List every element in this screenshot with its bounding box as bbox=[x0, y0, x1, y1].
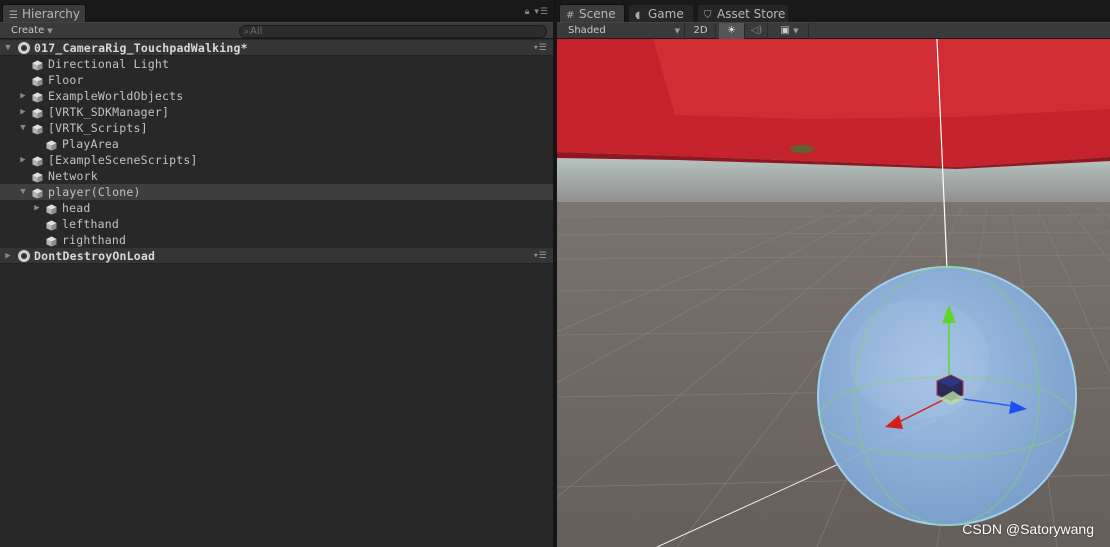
speaker-icon: ◁) bbox=[750, 25, 763, 36]
chevron-down-icon: ▼ bbox=[674, 27, 680, 35]
hierarchy-item-label: righthand bbox=[62, 233, 127, 247]
sun-icon: ☀ bbox=[727, 25, 736, 36]
search-input[interactable]: ⌕All bbox=[239, 25, 547, 38]
image-icon: ▣ bbox=[780, 25, 790, 36]
shading-mode-dropdown[interactable]: Shaded ▼ bbox=[557, 23, 685, 39]
gameobject-cube-icon bbox=[32, 171, 43, 183]
expand-arrow-down-icon[interactable]: ▼ bbox=[3, 40, 13, 56]
lighting-toggle-button[interactable]: ☀ bbox=[719, 23, 745, 39]
effects-dropdown[interactable]: ▣ ▼ bbox=[771, 23, 809, 39]
search-icon: ⌕ bbox=[244, 27, 250, 37]
hierarchy-item-label: Directional Light bbox=[48, 57, 170, 71]
gameobject-cube-icon bbox=[46, 235, 57, 247]
hierarchy-item[interactable]: Network bbox=[0, 168, 553, 184]
hierarchy-item[interactable]: righthand bbox=[0, 232, 553, 248]
hierarchy-item-label: player(Clone) bbox=[48, 185, 141, 199]
hierarchy-tabstrip: ☰ Hierarchy 🔒︎ ▾☰ bbox=[0, 0, 553, 22]
hierarchy-item-label: head bbox=[62, 201, 91, 215]
expand-arrow-right-icon[interactable]: ▶ bbox=[18, 152, 28, 168]
tab-hierarchy-label: Hierarchy bbox=[22, 7, 81, 21]
scene-row[interactable]: ▶ DontDestroyOnLoad ▾☰ bbox=[0, 248, 553, 264]
gameobject-cube-icon bbox=[32, 187, 43, 199]
gameobject-cube-icon bbox=[32, 123, 43, 135]
scene-menu-icon[interactable]: ▾☰ bbox=[533, 248, 547, 264]
hierarchy-item[interactable]: Directional Light bbox=[0, 56, 553, 72]
hierarchy-item[interactable]: ▼ player(Clone) bbox=[0, 184, 553, 200]
scene-viewport[interactable]: CSDN @Satorywang bbox=[557, 39, 1110, 547]
gameobject-cube-icon bbox=[32, 155, 43, 167]
red-object-top bbox=[653, 39, 1110, 119]
create-label: Create bbox=[11, 25, 45, 36]
tab-game-label: Game bbox=[648, 7, 684, 21]
hierarchy-panel: ☰ Hierarchy 🔒︎ ▾☰ Create ▼ ⌕All ▼ 017_Camer… bbox=[0, 0, 553, 547]
expand-arrow-right-icon[interactable]: ▶ bbox=[18, 88, 28, 104]
hierarchy-toolbar: Create ▼ ⌕All bbox=[0, 22, 553, 39]
scene-panel: # Scene ◖ Game ⛉ Asset Store Shaded ▼ 2D ☀ ◁… bbox=[557, 0, 1110, 547]
scene-label: 017_CameraRig_TouchpadWalking* bbox=[34, 41, 248, 55]
gameobject-cube-icon bbox=[32, 75, 43, 87]
hierarchy-item-label: ExampleWorldObjects bbox=[48, 89, 184, 103]
expand-arrow-down-icon[interactable]: ▼ bbox=[18, 184, 28, 200]
toggle-2d-label: 2D bbox=[693, 25, 708, 36]
expand-arrow-down-icon[interactable]: ▼ bbox=[18, 120, 28, 136]
tab-game[interactable]: ◖ Game bbox=[628, 4, 694, 22]
watermark: CSDN @Satorywang bbox=[962, 521, 1094, 537]
expand-arrow-right-icon[interactable]: ▶ bbox=[18, 104, 28, 120]
hierarchy-item-label: Floor bbox=[48, 73, 84, 87]
gameobject-cube-icon bbox=[46, 219, 57, 231]
hierarchy-item[interactable]: ▶ ExampleWorldObjects bbox=[0, 88, 553, 104]
tab-asset-store-label: Asset Store bbox=[717, 7, 786, 21]
audio-toggle-button[interactable]: ◁) bbox=[746, 23, 768, 39]
panel-controls[interactable]: 🔒︎ ▾☰ bbox=[525, 7, 549, 19]
hierarchy-item-label: [VRTK_Scripts] bbox=[48, 121, 148, 135]
chevron-down-icon: ▼ bbox=[47, 27, 53, 35]
tab-scene-label: Scene bbox=[579, 7, 616, 21]
hierarchy-item[interactable]: ▶ head bbox=[0, 200, 553, 216]
hierarchy-item[interactable]: PlayArea bbox=[0, 136, 553, 152]
create-button[interactable]: Create ▼ bbox=[5, 24, 59, 38]
gameobject-cube-icon bbox=[46, 139, 57, 151]
scene-row[interactable]: ▼ 017_CameraRig_TouchpadWalking* ▾☰ bbox=[0, 40, 553, 56]
hierarchy-item[interactable]: ▼ [VRTK_Scripts] bbox=[0, 120, 553, 136]
hierarchy-item-label: lefthand bbox=[62, 217, 119, 231]
shading-mode-label: Shaded bbox=[568, 25, 606, 36]
gameobject-cube-icon bbox=[32, 59, 43, 71]
hierarchy-item-label: [ExampleSceneScripts] bbox=[48, 153, 198, 167]
hierarchy-item-label: Network bbox=[48, 169, 98, 183]
hierarchy-item[interactable]: lefthand bbox=[0, 216, 553, 232]
hierarchy-tree: ▼ 017_CameraRig_TouchpadWalking* ▾☰ Directi… bbox=[0, 40, 553, 264]
tab-hierarchy[interactable]: ☰ Hierarchy bbox=[2, 4, 86, 22]
green-marker bbox=[790, 145, 814, 153]
unity-scene-icon bbox=[18, 42, 30, 54]
chevron-down-icon: ▼ bbox=[793, 27, 799, 35]
toggle-2d-button[interactable]: 2D bbox=[686, 23, 716, 39]
unity-scene-icon bbox=[18, 250, 30, 262]
scene-menu-icon[interactable]: ▾☰ bbox=[533, 40, 547, 56]
expand-arrow-right-icon[interactable]: ▶ bbox=[3, 248, 13, 264]
panel-menu-icon[interactable]: ▾☰ bbox=[534, 7, 549, 17]
tab-asset-store[interactable]: ⛉ Asset Store bbox=[697, 4, 789, 22]
tab-scene[interactable]: # Scene bbox=[559, 4, 625, 22]
expand-arrow-right-icon[interactable]: ▶ bbox=[32, 200, 42, 216]
gameobject-cube-icon bbox=[32, 91, 43, 103]
scene-tabstrip: # Scene ◖ Game ⛉ Asset Store bbox=[557, 0, 1110, 22]
hierarchy-item-label: [VRTK_SDKManager] bbox=[48, 105, 170, 119]
gameobject-cube-icon bbox=[46, 203, 57, 215]
gameobject-cube-icon bbox=[32, 107, 43, 119]
search-placeholder: All bbox=[250, 26, 263, 37]
lock-icon[interactable]: 🔒︎ bbox=[525, 7, 531, 17]
scene-toolbar: Shaded ▼ 2D ☀ ◁) ▣ ▼ bbox=[557, 22, 1110, 39]
hierarchy-item[interactable]: ▶ [ExampleSceneScripts] bbox=[0, 152, 553, 168]
hierarchy-item[interactable]: ▶ [VRTK_SDKManager] bbox=[0, 104, 553, 120]
hierarchy-item-label: PlayArea bbox=[62, 137, 119, 151]
hierarchy-item[interactable]: Floor bbox=[0, 72, 553, 88]
scene-label: DontDestroyOnLoad bbox=[34, 249, 156, 263]
sphere-highlight bbox=[849, 299, 989, 419]
